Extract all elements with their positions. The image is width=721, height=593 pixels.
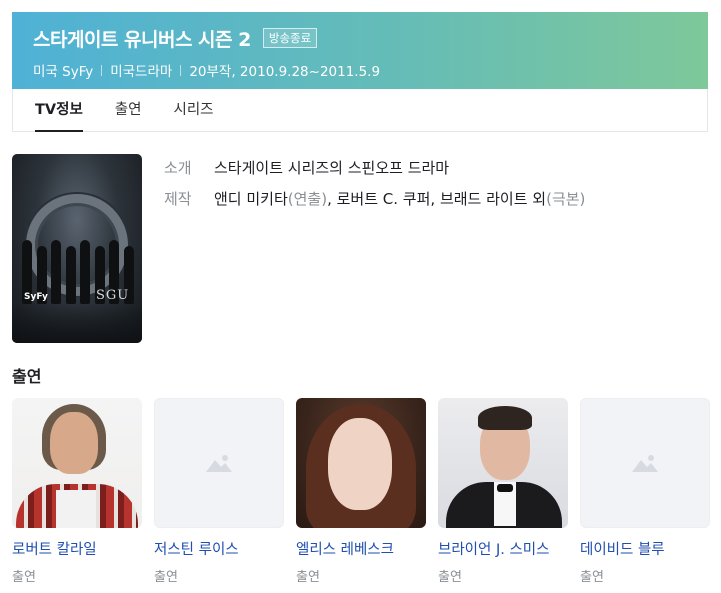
poster-image[interactable]: SyFy SGU bbox=[12, 154, 142, 343]
cast-item[interactable]: 저스틴 루이스 출연 bbox=[154, 398, 284, 585]
cast-role: 출연 bbox=[438, 570, 462, 585]
program-meta: 미국 SyFy 미국드라마 20부작, 2010.9.28~2011.5.9 bbox=[33, 60, 708, 80]
cast-photo[interactable] bbox=[296, 398, 426, 528]
staff-writers-role: (극본) bbox=[546, 190, 586, 208]
info-intro-row: 소개 스타게이트 시리즈의 스핀오프 드라마 bbox=[164, 153, 585, 184]
broadcast-status-badge: 방송종료 bbox=[262, 28, 318, 48]
cast-item[interactable]: 엘리스 레베스크 출연 bbox=[296, 398, 426, 585]
cast-photo[interactable] bbox=[12, 398, 142, 528]
meta-channel: 미국 SyFy bbox=[33, 64, 94, 80]
cast-name[interactable]: 엘리스 레베스크 bbox=[296, 538, 426, 559]
meta-genre: 미국드라마 bbox=[110, 64, 173, 80]
title-row: 스타게이트 유니버스 시즌 2 방송종료 bbox=[33, 23, 708, 53]
poster-title-logo: SGU bbox=[96, 288, 130, 303]
cast-photo-placeholder[interactable] bbox=[580, 398, 710, 528]
cast-name[interactable]: 데이비드 블루 bbox=[580, 538, 710, 559]
cast-name[interactable]: 로버트 칼라일 bbox=[12, 538, 142, 559]
staff-director-link[interactable]: 앤디 미키타 bbox=[214, 190, 288, 208]
info-intro-value: 스타게이트 시리즈의 스핀오프 드라마 bbox=[214, 159, 450, 177]
info-staff-value: 앤디 미키타(연출), 로버트 C. 쿠퍼, 브래드 라이트 외(극본) bbox=[214, 184, 585, 215]
staff-director-role: (연출) bbox=[287, 190, 328, 208]
meta-episodes-dates: 20부작, 2010.9.28~2011.5.9 bbox=[189, 64, 381, 80]
meta-divider bbox=[180, 64, 182, 76]
cast-role: 출연 bbox=[154, 570, 178, 585]
info-intro-label: 소개 bbox=[164, 159, 192, 177]
cast-name[interactable]: 브라이언 J. 스미스 bbox=[438, 538, 568, 559]
tab-bar: TV정보 출연 시리즈 bbox=[12, 89, 708, 132]
info-staff-row: 제작 앤디 미키타(연출), 로버트 C. 쿠퍼, 브래드 라이트 외(극본) bbox=[164, 184, 585, 215]
poster-channel-logo: SyFy bbox=[24, 292, 48, 302]
cast-role: 출연 bbox=[12, 570, 36, 585]
cast-name[interactable]: 저스틴 루이스 bbox=[154, 538, 284, 559]
staff-writers[interactable]: , 로버트 C. 쿠퍼, 브래드 라이트 외 bbox=[327, 190, 546, 208]
meta-divider bbox=[101, 64, 103, 76]
cast-item[interactable]: 브라이언 J. 스미스 출연 bbox=[438, 398, 568, 585]
cast-item[interactable]: 로버트 칼라일 출연 bbox=[12, 398, 142, 585]
image-placeholder-icon bbox=[206, 455, 232, 472]
tab-tv-info[interactable]: TV정보 bbox=[35, 89, 83, 132]
program-info: 소개 스타게이트 시리즈의 스핀오프 드라마 제작 앤디 미키타(연출), 로버… bbox=[164, 153, 585, 215]
cast-role: 출연 bbox=[580, 570, 604, 585]
cast-photo[interactable] bbox=[438, 398, 568, 528]
program-title[interactable]: 스타게이트 유니버스 시즌 2 bbox=[33, 25, 251, 52]
cast-item[interactable]: 데이비드 블루 출연 bbox=[580, 398, 710, 585]
tab-series[interactable]: 시리즈 bbox=[173, 89, 213, 131]
cast-heading: 출연 bbox=[12, 367, 42, 386]
program-header: 스타게이트 유니버스 시즌 2 방송종료 미국 SyFy 미국드라마 20부작,… bbox=[12, 12, 708, 89]
cast-list: 로버트 칼라일 출연 저스틴 루이스 출연 엘리스 레베스크 출연 브라이언 J… bbox=[12, 398, 710, 585]
info-staff-label: 제작 bbox=[164, 190, 192, 208]
cast-photo-placeholder[interactable] bbox=[154, 398, 284, 528]
tab-cast[interactable]: 출연 bbox=[115, 89, 142, 131]
cast-role: 출연 bbox=[296, 570, 320, 585]
image-placeholder-icon bbox=[632, 455, 658, 472]
